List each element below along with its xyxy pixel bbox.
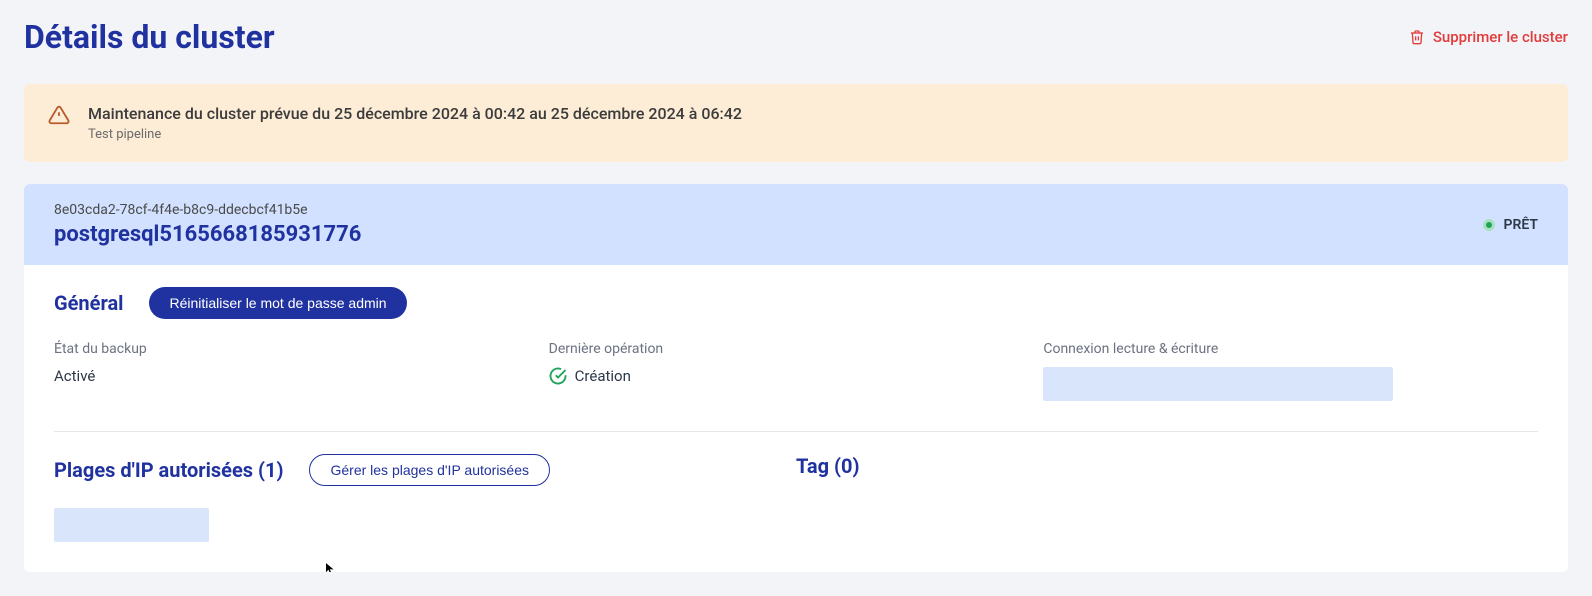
alert-title: Maintenance du cluster prévue du 25 déce… [88,104,742,123]
alert-subtitle: Test pipeline [88,127,742,142]
cluster-name-link[interactable]: postgresql5165668185931776 [54,222,361,247]
backup-state-block: État du backup Activé [54,341,549,401]
ip-range-value-placeholder [54,508,209,542]
cluster-card-header: 8e03cda2-78cf-4f4e-b8c9-ddecbcf41b5e pos… [24,184,1568,265]
rw-connection-value-placeholder [1043,367,1393,401]
status-text: PRÊT [1503,217,1538,233]
rw-connection-label: Connexion lecture & écriture [1043,341,1538,357]
check-circle-icon [549,367,567,385]
cluster-card: 8e03cda2-78cf-4f4e-b8c9-ddecbcf41b5e pos… [24,184,1568,572]
last-operation-block: Dernière opération Création [549,341,1044,401]
rw-connection-block: Connexion lecture & écriture [1043,341,1538,401]
warning-icon [48,104,70,126]
status-dot-icon [1483,219,1495,231]
cluster-id: 8e03cda2-78cf-4f4e-b8c9-ddecbcf41b5e [54,202,361,218]
backup-state-value: Activé [54,367,549,385]
last-operation-value: Création [575,367,631,385]
section-divider [54,431,1538,432]
page-title: Détails du cluster [24,18,275,56]
reset-admin-password-button[interactable]: Réinitialiser le mot de passe admin [149,287,406,319]
tags-title: Tag (0) [796,454,860,478]
ip-ranges-title: Plages d'IP autorisées (1) [54,458,283,482]
manage-ip-ranges-button[interactable]: Gérer les plages d'IP autorisées [309,454,550,486]
status-badge: PRÊT [1483,217,1538,233]
general-section-title: Général [54,291,123,315]
maintenance-alert: Maintenance du cluster prévue du 25 déce… [24,84,1568,162]
trash-icon [1409,29,1425,45]
cursor-icon [323,561,339,572]
delete-cluster-button[interactable]: Supprimer le cluster [1409,28,1568,46]
backup-state-label: État du backup [54,341,549,357]
last-operation-label: Dernière opération [549,341,1044,357]
delete-cluster-label: Supprimer le cluster [1433,28,1568,46]
